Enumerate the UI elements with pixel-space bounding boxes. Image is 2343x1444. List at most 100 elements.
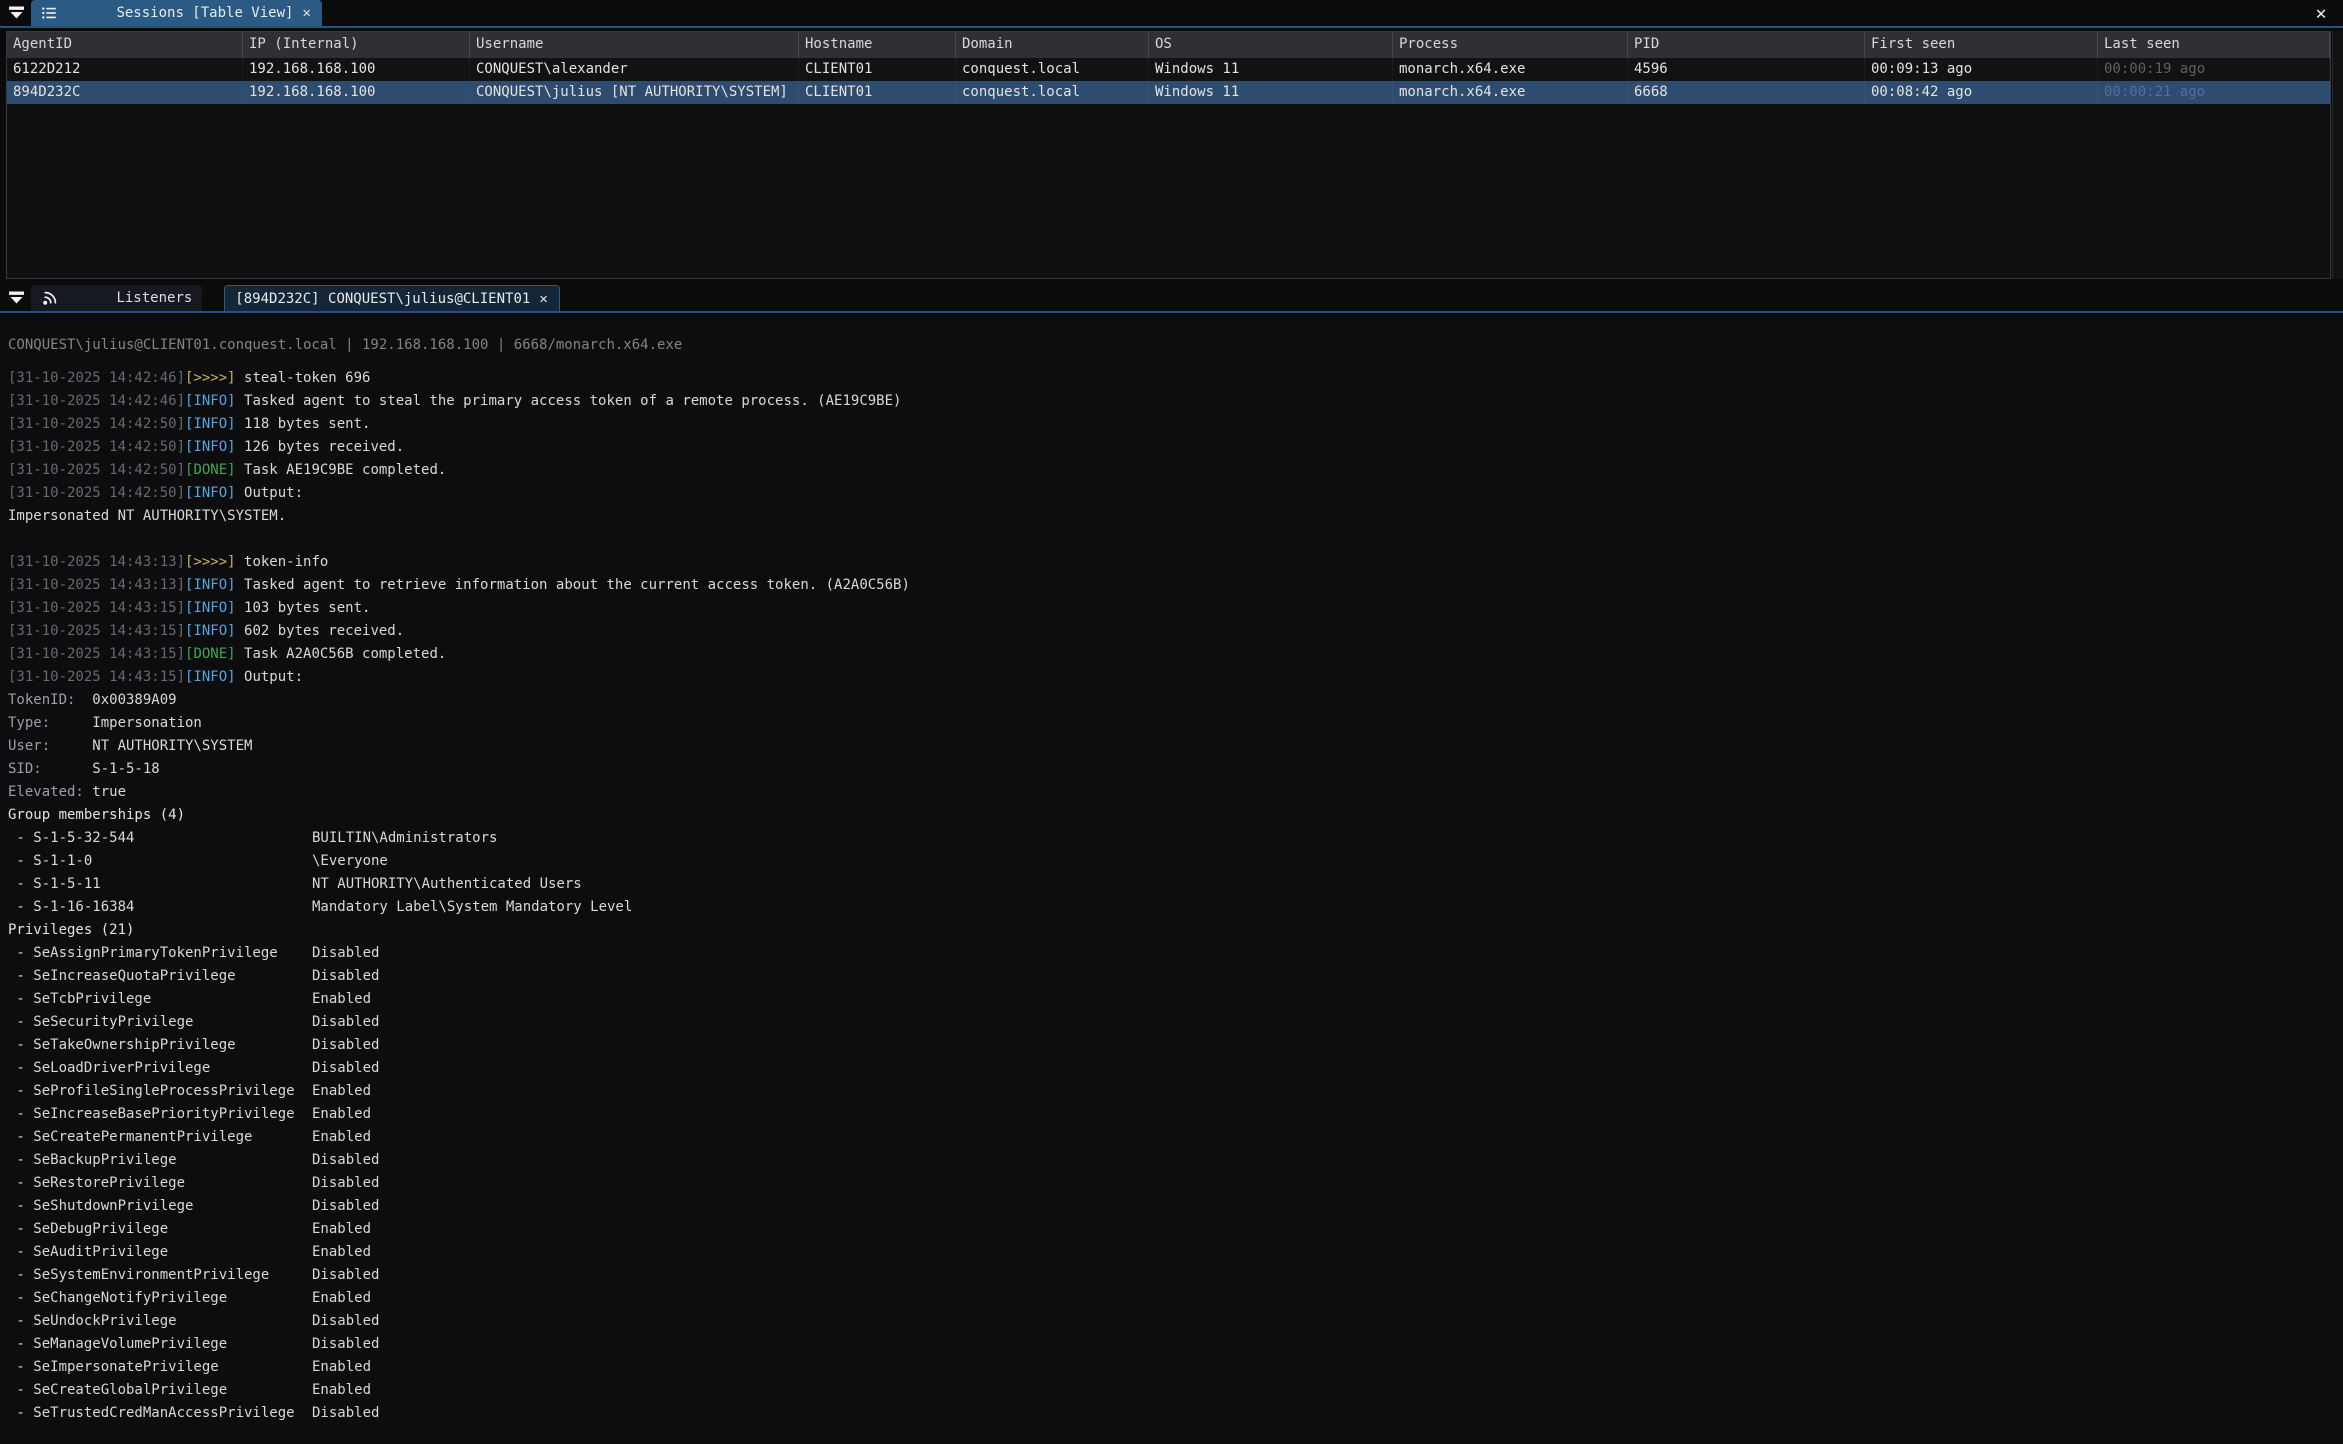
column-header-first-seen[interactable]: First seen <box>1865 32 2098 58</box>
table-cell-domain: conquest.local <box>956 81 1149 104</box>
terminal-output[interactable]: [31-10-2025 14:42:46][>>>>] steal-token … <box>8 367 2329 1444</box>
terminal-line: [31-10-2025 14:42:50][INFO] 118 bytes se… <box>8 413 2329 436</box>
terminal-line: [31-10-2025 14:43:15][INFO] Output: <box>8 666 2329 689</box>
terminal-line: - SeImpersonatePrivilegeEnabled <box>8 1356 2329 1379</box>
terminal-line: Type:Impersonation <box>8 712 2329 735</box>
table-cell-agentid: 6122D212 <box>7 58 243 81</box>
table-cell-last-seen: 00:00:21 ago <box>2098 81 2330 104</box>
terminal-line: TokenID:0x00389A09 <box>8 689 2329 712</box>
terminal-line: [31-10-2025 14:42:50][DONE] Task AE19C9B… <box>8 459 2329 482</box>
tab-listeners[interactable]: Listeners <box>31 285 202 311</box>
console-tab-bar: Listeners [894D232C] CONQUEST\julius@CLI… <box>0 285 2343 313</box>
table-cell-agentid: 894D232C <box>7 81 243 104</box>
terminal-line: - S-1-16-16384Mandatory Label\System Man… <box>8 896 2329 919</box>
terminal-line: - SeTcbPrivilegeEnabled <box>8 988 2329 1011</box>
tab-listeners-label: Listeners <box>116 290 192 306</box>
terminal-line: Elevated:true <box>8 781 2329 804</box>
tab-agent-session[interactable]: [894D232C] CONQUEST\julius@CLIENT01 ✕ <box>224 285 559 311</box>
terminal-line: - S-1-1-0\Everyone <box>8 850 2329 873</box>
terminal-line: - SeProfileSingleProcessPrivilegeEnabled <box>8 1080 2329 1103</box>
table-cell-ip-internal: 192.168.168.100 <box>243 58 470 81</box>
terminal-line: User:NT AUTHORITY\SYSTEM <box>8 735 2329 758</box>
column-header-agentid[interactable]: AgentID <box>7 32 243 58</box>
terminal-line: - SeSystemEnvironmentPrivilegeDisabled <box>8 1264 2329 1287</box>
close-icon: ✕ <box>2316 3 2327 24</box>
table-cell-ip-internal: 192.168.168.100 <box>243 81 470 104</box>
table-cell-os: Windows 11 <box>1149 81 1393 104</box>
terminal-line: [31-10-2025 14:43:13][INFO] Tasked agent… <box>8 574 2329 597</box>
terminal-line: - SeIncreaseQuotaPrivilegeDisabled <box>8 965 2329 988</box>
terminal-line: - SeDebugPrivilegeEnabled <box>8 1218 2329 1241</box>
filter-button[interactable] <box>5 287 27 309</box>
terminal-line: Group memberships (4) <box>8 804 2329 827</box>
tab-sessions[interactable]: Sessions [Table View] ✕ <box>31 0 322 26</box>
terminal-line: - SeCreatePermanentPrivilegeEnabled <box>8 1126 2329 1149</box>
table-row[interactable]: 894D232C192.168.168.100CONQUEST\julius [… <box>7 81 2330 104</box>
sessions-table: AgentIDIP (Internal)UsernameHostnameDoma… <box>6 31 2331 279</box>
column-header-process[interactable]: Process <box>1393 32 1628 58</box>
table-cell-os: Windows 11 <box>1149 58 1393 81</box>
column-header-hostname[interactable]: Hostname <box>799 32 956 58</box>
table-scrollbar[interactable] <box>2332 31 2343 279</box>
filter-button[interactable] <box>5 2 27 24</box>
tab-sessions-label: Sessions [Table View] <box>116 5 293 21</box>
agent-status-line: CONQUEST\julius@CLIENT01.conquest.local … <box>8 334 682 357</box>
terminal-line: - SeTakeOwnershipPrivilegeDisabled <box>8 1034 2329 1057</box>
terminal-line: - SeIncreaseBasePriorityPrivilegeEnabled <box>8 1103 2329 1126</box>
column-header-os[interactable]: OS <box>1149 32 1393 58</box>
terminal-line: Privileges (21) <box>8 919 2329 942</box>
terminal-line: Impersonated NT AUTHORITY\SYSTEM. <box>8 505 2329 528</box>
terminal-line: - SeLoadDriverPrivilegeDisabled <box>8 1057 2329 1080</box>
filter-icon <box>8 290 25 306</box>
terminal-line: - SeChangeNotifyPrivilegeEnabled <box>8 1287 2329 1310</box>
terminal-line: - SeAssignPrimaryTokenPrivilegeDisabled <box>8 942 2329 965</box>
column-header-pid[interactable]: PID <box>1628 32 1865 58</box>
terminal-line: - SeRestorePrivilegeDisabled <box>8 1172 2329 1195</box>
terminal-line: - S-1-5-11NT AUTHORITY\Authenticated Use… <box>8 873 2329 896</box>
table-cell-username: CONQUEST\alexander <box>470 58 799 81</box>
terminal-line: [31-10-2025 14:42:50][INFO] Output: <box>8 482 2329 505</box>
table-cell-pid: 4596 <box>1628 58 1865 81</box>
terminal-line: - SeBackupPrivilegeDisabled <box>8 1149 2329 1172</box>
terminal-line: [31-10-2025 14:43:15][INFO] 103 bytes se… <box>8 597 2329 620</box>
window-close-button[interactable]: ✕ <box>2309 1 2333 25</box>
terminal-line: [31-10-2025 14:43:13][>>>>] token-info <box>8 551 2329 574</box>
table-cell-hostname: CLIENT01 <box>799 81 956 104</box>
terminal-line: - SeCreateGlobalPrivilegeEnabled <box>8 1379 2329 1402</box>
table-body: 6122D212192.168.168.100CONQUEST\alexande… <box>7 58 2330 104</box>
terminal-line: - SeManageVolumePrivilegeDisabled <box>8 1333 2329 1356</box>
agent-console-panel: CONQUEST\julius@CLIENT01.conquest.local … <box>0 315 2343 1444</box>
column-header-domain[interactable]: Domain <box>956 32 1149 58</box>
column-header-ip-internal[interactable]: IP (Internal) <box>243 32 470 58</box>
terminal-line: [31-10-2025 14:42:46][>>>>] steal-token … <box>8 367 2329 390</box>
table-cell-first-seen: 00:08:42 ago <box>1865 81 2098 104</box>
table-row[interactable]: 6122D212192.168.168.100CONQUEST\alexande… <box>7 58 2330 81</box>
terminal-line: - SeUndockPrivilegeDisabled <box>8 1310 2329 1333</box>
table-cell-pid: 6668 <box>1628 81 1865 104</box>
sessions-tab-bar: Sessions [Table View] ✕ ✕ <box>0 0 2343 28</box>
tab-agent-label: [894D232C] CONQUEST\julius@CLIENT01 <box>235 291 530 307</box>
terminal-line: - S-1-5-32-544BUILTIN\Administrators <box>8 827 2329 850</box>
column-header-last-seen[interactable]: Last seen <box>2098 32 2330 58</box>
terminal-line: - SeAuditPrivilegeEnabled <box>8 1241 2329 1264</box>
terminal-line: [31-10-2025 14:43:15][DONE] Task A2A0C56… <box>8 643 2329 666</box>
terminal-line <box>8 528 2329 551</box>
column-header-username[interactable]: Username <box>470 32 799 58</box>
table-cell-process: monarch.x64.exe <box>1393 58 1628 81</box>
table-cell-username: CONQUEST\julius [NT AUTHORITY\SYSTEM] <box>470 81 799 104</box>
c2-client-window: Sessions [Table View] ✕ ✕ AgentIDIP (Int… <box>0 0 2343 1444</box>
terminal-line: SID:S-1-5-18 <box>8 758 2329 781</box>
terminal-line: [31-10-2025 14:42:46][INFO] Tasked agent… <box>8 390 2329 413</box>
table-cell-hostname: CLIENT01 <box>799 58 956 81</box>
filter-icon <box>8 5 25 21</box>
table-cell-last-seen: 00:00:19 ago <box>2098 58 2330 81</box>
table-cell-domain: conquest.local <box>956 58 1149 81</box>
table-header-row: AgentIDIP (Internal)UsernameHostnameDoma… <box>7 32 2330 58</box>
tab-close-icon[interactable]: ✕ <box>301 6 311 20</box>
tab-close-icon[interactable]: ✕ <box>538 292 548 306</box>
terminal-line: - SeTrustedCredManAccessPrivilegeDisable… <box>8 1402 2329 1425</box>
table-cell-process: monarch.x64.exe <box>1393 81 1628 104</box>
terminal-line: [31-10-2025 14:42:50][INFO] 126 bytes re… <box>8 436 2329 459</box>
terminal-line: - SeSecurityPrivilegeDisabled <box>8 1011 2329 1034</box>
terminal-line: - SeShutdownPrivilegeDisabled <box>8 1195 2329 1218</box>
